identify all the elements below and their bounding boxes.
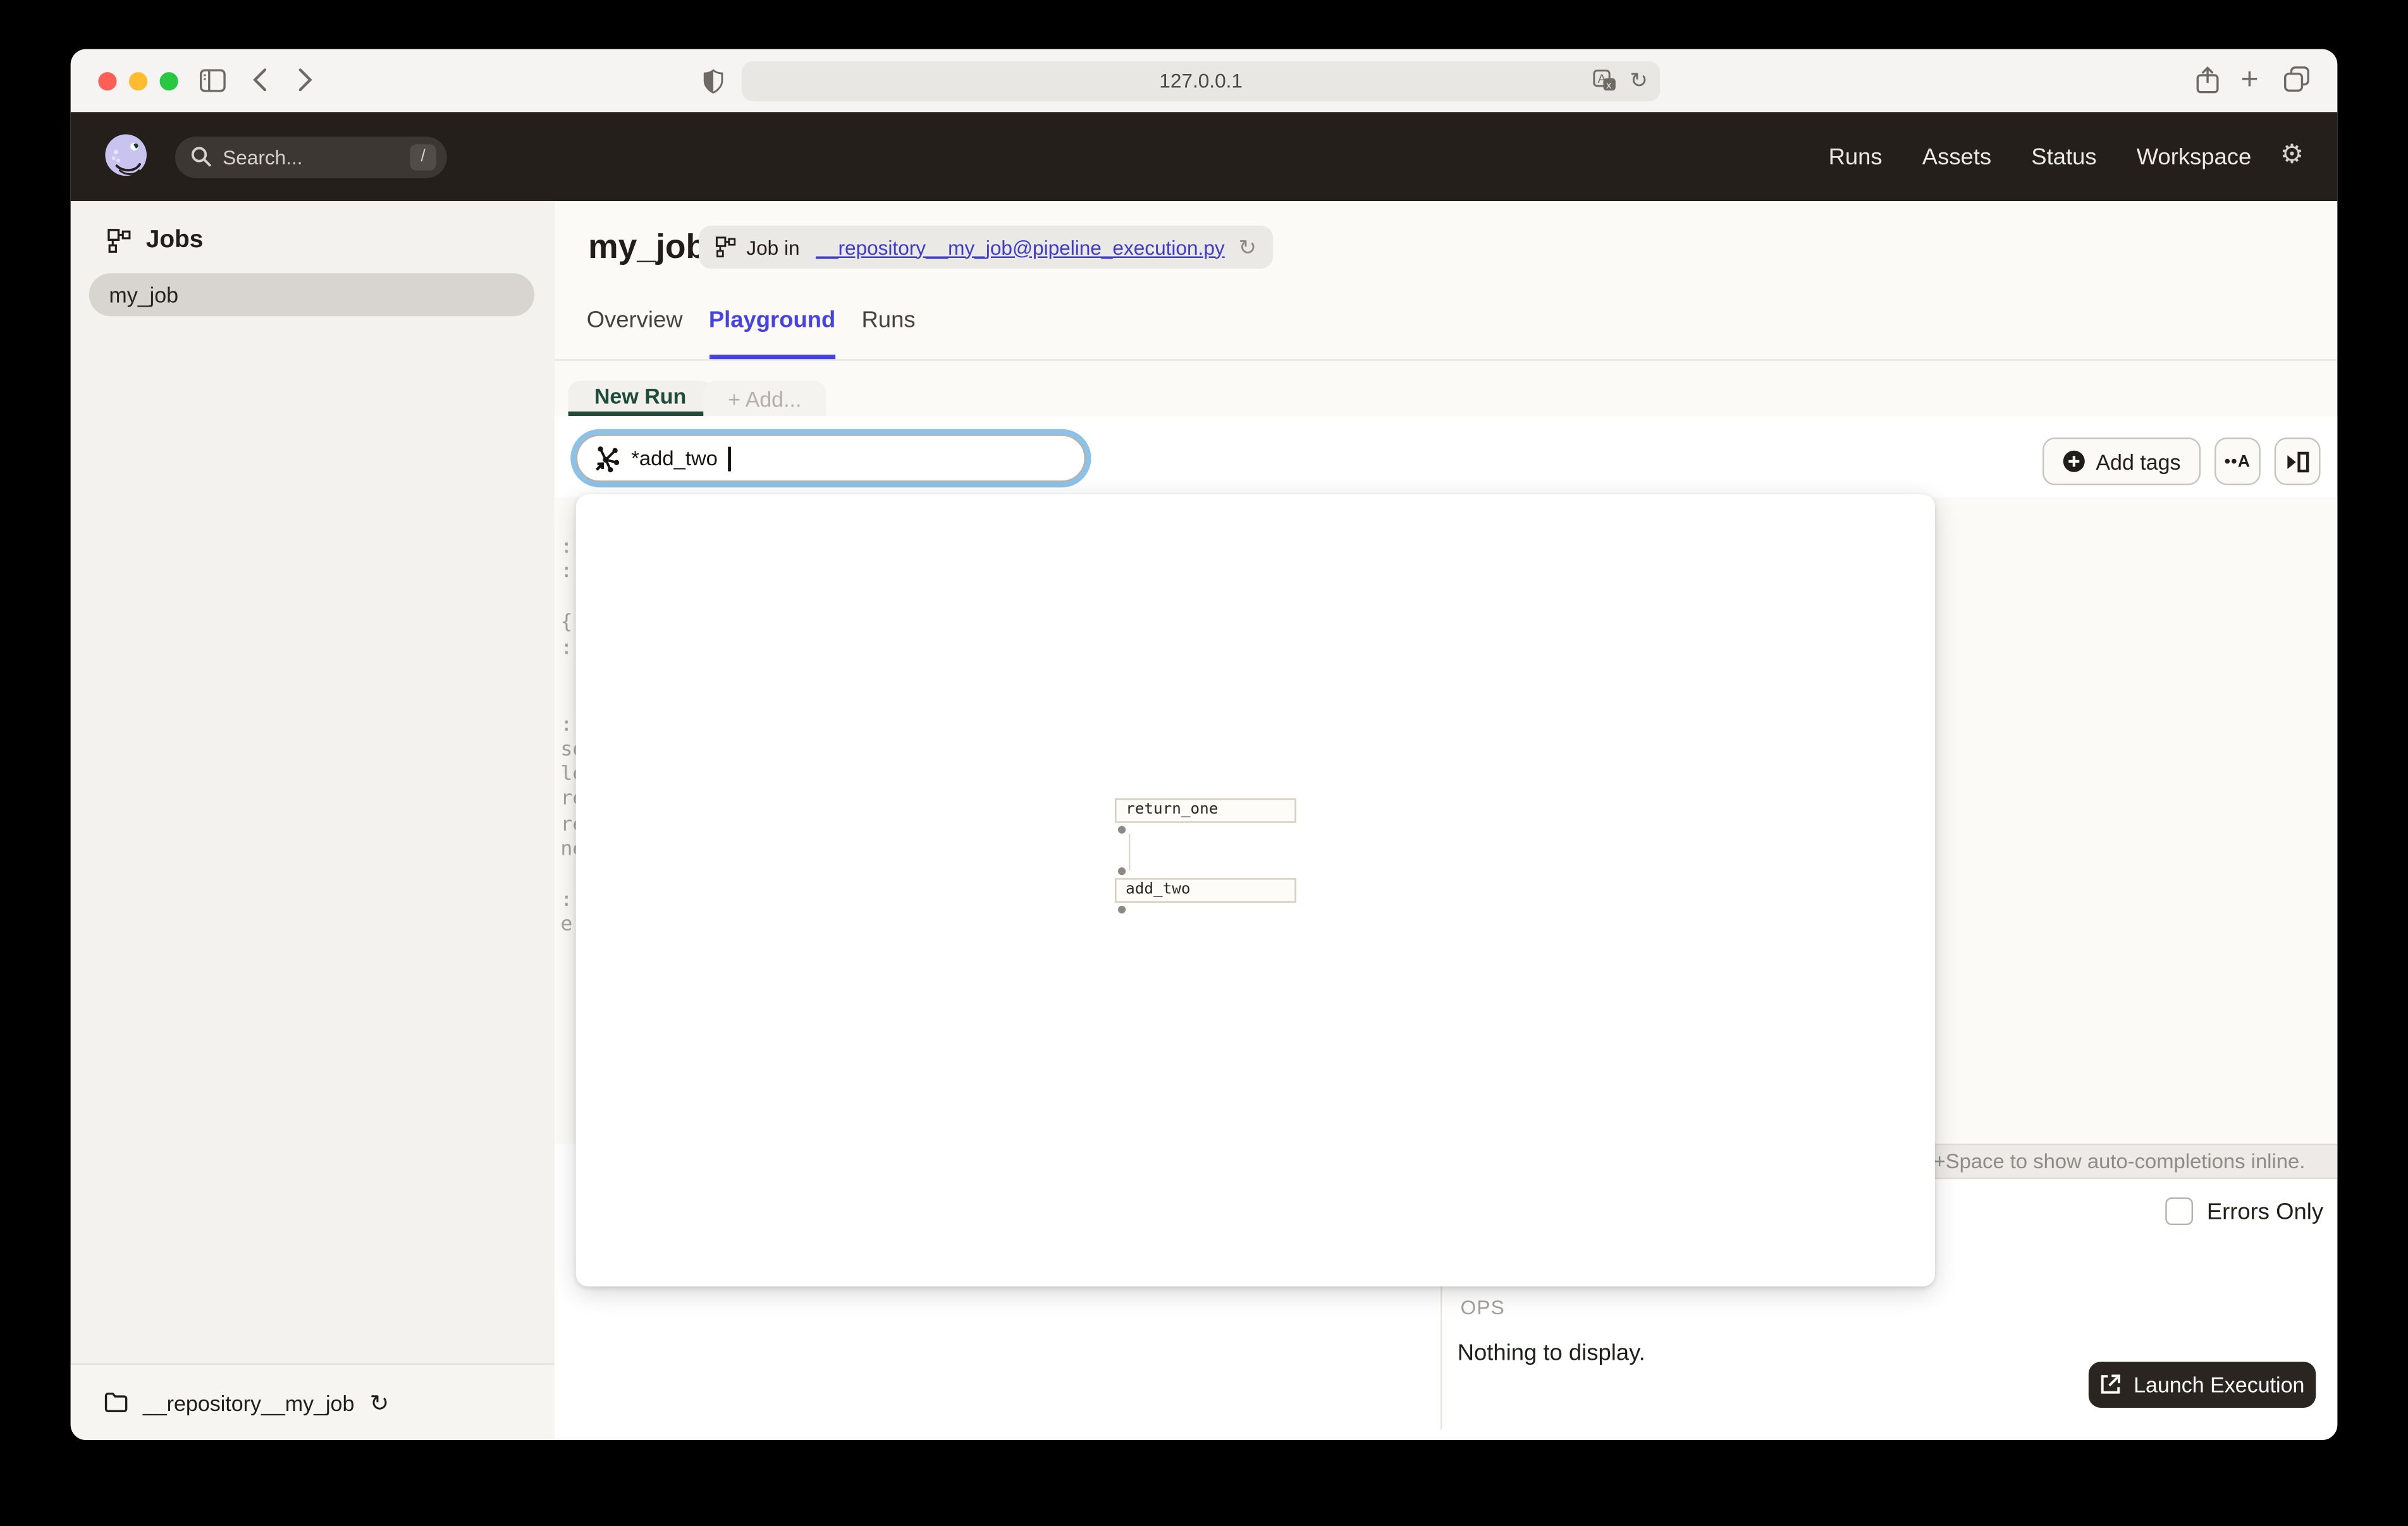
ops-empty-text: Nothing to display. — [1457, 1340, 1645, 1367]
op-selector-row: *add_two Add tags ••A — [554, 416, 2338, 499]
nav-status[interactable]: Status — [2031, 143, 2096, 169]
job-tabs: Overview Playground Runs — [587, 307, 916, 360]
add-config-tab[interactable]: + Add... — [703, 381, 826, 417]
url-text: 127.0.0.1 — [1159, 69, 1243, 92]
output-dot — [1117, 905, 1126, 913]
forward-icon[interactable] — [298, 68, 313, 92]
edge-line — [1128, 833, 1131, 870]
job-origin-badge: Job in __repository__my_job@pipeline_exe… — [698, 225, 1274, 269]
output-dot — [1117, 826, 1126, 834]
app-header: Search... / Runs Assets Status Workspace… — [70, 112, 2338, 202]
add-tags-button[interactable]: Add tags — [2042, 437, 2201, 485]
sidebar-toggle-icon[interactable] — [199, 69, 226, 92]
launch-execution-label: Launch Execution — [2134, 1372, 2305, 1397]
header-nav: Runs Assets Status Workspace — [1829, 112, 2252, 201]
close-window-button[interactable] — [98, 72, 117, 91]
tab-overview[interactable]: Overview — [587, 307, 683, 360]
launch-icon — [2100, 1374, 2122, 1396]
play-panel-icon — [2285, 451, 2310, 472]
job-icon — [108, 229, 131, 253]
errors-only-control: Errors Only — [2165, 1197, 2323, 1225]
errors-only-checkbox[interactable] — [2165, 1197, 2193, 1225]
svg-text:x: x — [1606, 80, 1611, 91]
job-icon — [715, 236, 736, 258]
reload-icon[interactable]: ↻ — [1630, 68, 1647, 94]
nav-runs[interactable]: Runs — [1829, 143, 1883, 169]
search-icon — [190, 146, 212, 168]
tabs-divider — [554, 359, 2338, 361]
nav-workspace[interactable]: Workspace — [2137, 143, 2252, 169]
toggle-panel-button[interactable] — [2274, 437, 2321, 485]
ops-section-header: OPS — [1460, 1295, 1505, 1319]
graph-node-return-one[interactable]: return_one — [1115, 798, 1296, 823]
autocomplete-hint-bar: +Space to show auto-completions inline. — [1926, 1144, 2338, 1180]
tab-overview-icon[interactable] — [2283, 66, 2309, 92]
badge-prefix: Job in — [746, 235, 806, 259]
graph-node-add-two[interactable]: add_two — [1115, 878, 1296, 903]
search-shortcut-chip: / — [410, 144, 436, 171]
autocomplete-hint-text: +Space to show auto-completions inline. — [1933, 1149, 2306, 1173]
dagster-logo-icon[interactable] — [98, 129, 153, 184]
shortcuts-button[interactable]: ••A — [2214, 437, 2261, 485]
errors-only-label: Errors Only — [2206, 1198, 2324, 1224]
add-tags-label: Add tags — [2096, 449, 2181, 474]
browser-toolbar: 127.0.0.1 Ax ↻ + — [70, 49, 2338, 114]
share-icon[interactable] — [2196, 66, 2219, 94]
op-selector-value: *add_two — [631, 446, 718, 470]
repository-name: __repository__my_job — [142, 1390, 355, 1415]
plus-circle-icon — [2062, 450, 2085, 473]
sidebar-title: Jobs — [145, 227, 204, 253]
text-caret — [728, 446, 731, 471]
badge-reload-icon[interactable]: ↻ — [1239, 234, 1256, 260]
op-graph-icon — [593, 444, 620, 472]
op-graph-preview-panel: return_one add_two — [575, 494, 1935, 1287]
launch-execution-button[interactable]: Launch Execution — [2088, 1362, 2316, 1408]
repository-row[interactable]: __repository__my_job ↻ — [70, 1363, 555, 1440]
back-icon[interactable] — [252, 68, 267, 92]
privacy-shield-icon[interactable] — [703, 69, 723, 94]
op-selector-input[interactable]: *add_two — [575, 434, 1086, 482]
search-placeholder: Search... — [223, 145, 303, 169]
page-title: my_job — [588, 227, 707, 266]
translate-icon[interactable]: Ax — [1592, 69, 1617, 94]
folder-icon — [104, 1392, 128, 1413]
config-line: { — [560, 611, 573, 634]
new-run-tab[interactable]: New Run — [568, 381, 713, 417]
browser-window: 127.0.0.1 Ax ↻ + Search... / Runs Assets… — [70, 49, 2338, 1440]
sidebar-header: Jobs — [108, 227, 203, 255]
minimize-window-button[interactable] — [128, 72, 148, 91]
sidebar-item-my-job[interactable]: my_job — [89, 273, 535, 317]
input-dot — [1117, 867, 1126, 876]
tab-runs[interactable]: Runs — [862, 307, 916, 360]
traffic-lights — [98, 71, 190, 99]
repository-reload-icon[interactable]: ↻ — [370, 1389, 390, 1416]
jobs-sidebar: Jobs my_job __repository__my_job ↻ — [70, 201, 556, 1440]
repository-file-link[interactable]: __repository__my_job@pipeline_execution.… — [816, 236, 1224, 259]
address-bar[interactable]: 127.0.0.1 Ax ↻ — [741, 61, 1661, 102]
settings-gear-icon[interactable]: ⚙ — [2280, 141, 2304, 167]
nav-assets[interactable]: Assets — [1922, 143, 1991, 169]
global-search[interactable]: Search... / — [175, 137, 447, 178]
tab-playground[interactable]: Playground — [708, 307, 836, 360]
new-tab-icon[interactable]: + — [2240, 63, 2258, 99]
main-content: my_job Job in __repository__my_job@pipel… — [554, 201, 2338, 1440]
zoom-window-button[interactable] — [159, 72, 178, 91]
